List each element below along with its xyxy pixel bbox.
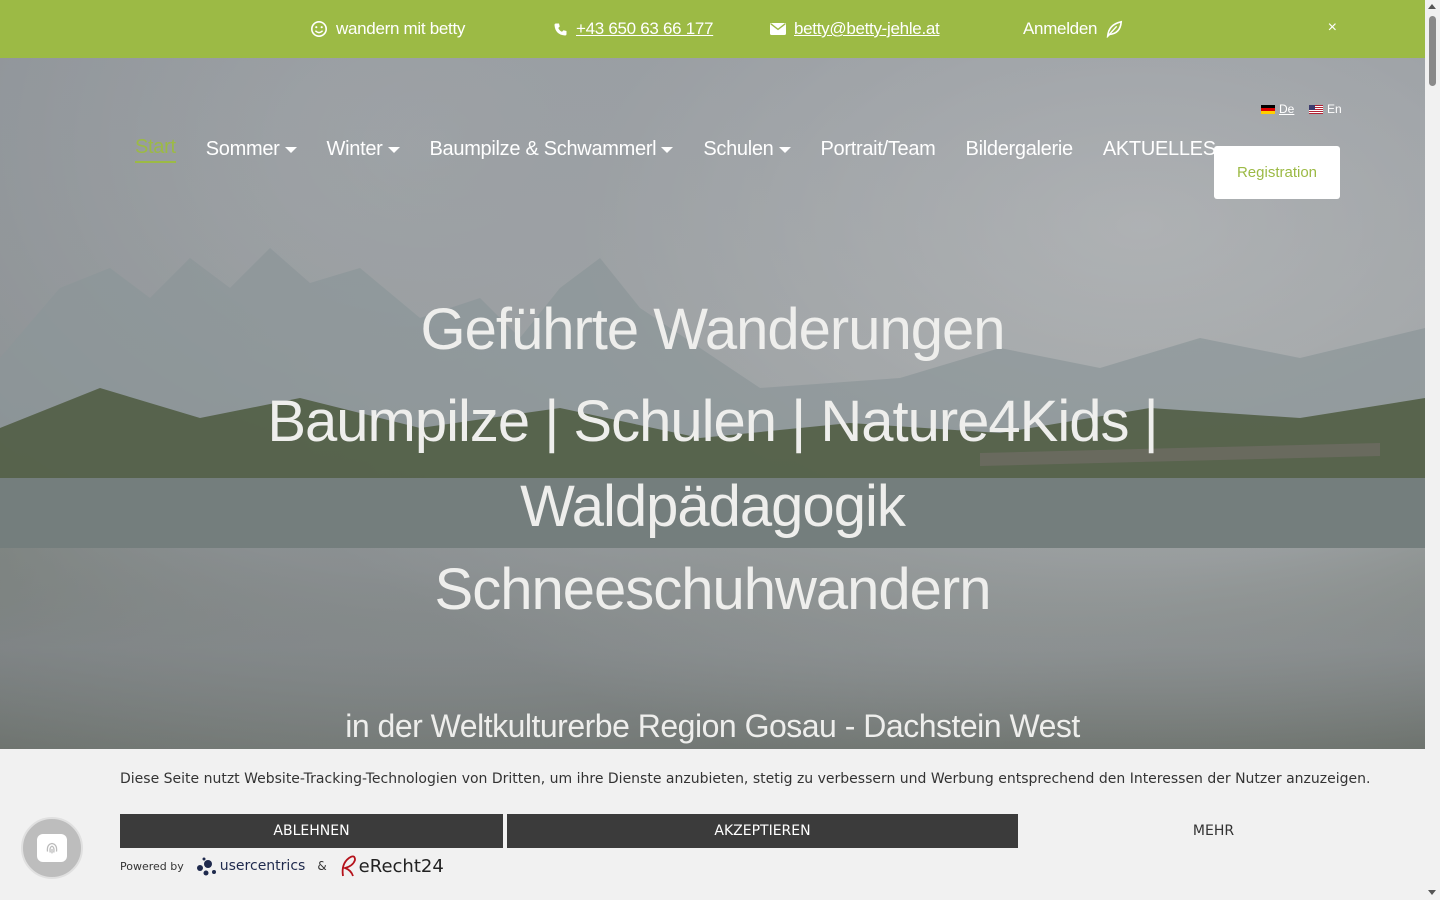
- nav-item-start[interactable]: Start: [135, 136, 176, 163]
- hero-title-line-1: Geführte Wanderungen: [420, 297, 1005, 362]
- scrollbar-thumb[interactable]: [1429, 16, 1436, 86]
- top-bar: wandern mit betty +43 650 63 66 177 bett…: [0, 0, 1425, 58]
- smiley-icon: [310, 20, 328, 38]
- nav-item-label[interactable]: Portrait/Team: [821, 138, 936, 161]
- more-button[interactable]: MEHR: [1022, 814, 1405, 848]
- language-en-label[interactable]: En: [1327, 102, 1342, 116]
- nav-item-portrait-team[interactable]: Portrait/Team: [821, 138, 936, 161]
- nav-item-label[interactable]: Sommer: [206, 138, 280, 161]
- email-link[interactable]: betty@betty-jehle.at: [794, 19, 940, 39]
- nav-item-label[interactable]: Bildergalerie: [966, 138, 1074, 161]
- hero-subtitle: in der Weltkulturerbe Region Gosau - Dac…: [345, 708, 1080, 744]
- language-en[interactable]: En: [1309, 102, 1342, 116]
- powered-by: Powered by usercentrics & eRecht24: [120, 854, 444, 878]
- chevron-down-icon: [661, 146, 674, 153]
- powered-by-label: Powered by: [120, 859, 184, 873]
- fingerprint-icon: [37, 834, 67, 862]
- nav-item-label[interactable]: AKTUELLES: [1103, 138, 1216, 161]
- page-scrollbar[interactable]: [1425, 0, 1440, 900]
- language-de-label[interactable]: De: [1279, 102, 1294, 116]
- usercentrics-dots-icon: [196, 857, 216, 876]
- nav-item-winter[interactable]: Winter: [327, 138, 400, 161]
- nav-item-aktuelles[interactable]: AKTUELLES: [1103, 138, 1216, 161]
- login-text[interactable]: Anmelden: [1023, 19, 1097, 39]
- scroll-down-arrow-icon[interactable]: [1428, 890, 1436, 895]
- hero-title-line-2: Baumpilze | Schulen | Nature4Kids |: [267, 389, 1158, 454]
- email-contact[interactable]: betty@betty-jehle.at: [770, 0, 940, 58]
- phone-icon: [554, 23, 567, 35]
- tagline: wandern mit betty: [310, 0, 465, 58]
- phone-link[interactable]: +43 650 63 66 177: [576, 19, 713, 39]
- erecht24-logo: eRecht24: [339, 854, 444, 878]
- erecht24-text: eRecht24: [358, 855, 444, 877]
- nav-item-sommer[interactable]: Sommer: [206, 138, 297, 161]
- hero-title-line-3: Waldpädagogik: [520, 474, 906, 539]
- usercentrics-logo: usercentrics: [196, 856, 306, 876]
- usercentrics-text: usercentrics: [219, 858, 306, 874]
- chevron-down-icon: [284, 146, 297, 153]
- nav-item-label[interactable]: Baumpilze & Schwammerl: [430, 138, 657, 161]
- nav-item-label[interactable]: Start: [135, 136, 176, 159]
- cookie-banner: Diese Seite nutzt Website-Tracking-Techn…: [0, 749, 1425, 900]
- scroll-up-arrow-icon[interactable]: [1428, 4, 1436, 9]
- nav-item-label[interactable]: Schulen: [703, 138, 773, 161]
- tagline-text: wandern mit betty: [336, 19, 466, 38]
- ampersand: &: [317, 859, 327, 873]
- leaf-icon: [1106, 20, 1123, 38]
- german-flag-icon: [1261, 104, 1275, 114]
- privacy-settings-button[interactable]: [21, 817, 83, 879]
- nav-item-label[interactable]: Winter: [327, 138, 383, 161]
- erecht24-mark-icon: [341, 855, 356, 877]
- chevron-down-icon: [387, 146, 400, 153]
- mail-icon: [770, 23, 786, 35]
- us-flag-icon: [1309, 104, 1323, 114]
- nav-item-baumpilze[interactable]: Baumpilze & Schwammerl: [430, 138, 674, 161]
- close-topbar-button[interactable]: ×: [1328, 19, 1337, 37]
- hero-title-line-4: Schneeschuhwandern: [434, 557, 992, 622]
- nav-item-bildergalerie[interactable]: Bildergalerie: [966, 138, 1074, 161]
- phone-contact[interactable]: +43 650 63 66 177: [553, 0, 713, 58]
- registration-button[interactable]: Registration: [1214, 146, 1340, 199]
- cookie-message: Diese Seite nutzt Website-Tracking-Techn…: [120, 771, 1371, 787]
- decline-button[interactable]: ABLEHNEN: [120, 814, 503, 848]
- login-link[interactable]: Anmelden: [1023, 0, 1131, 58]
- language-de[interactable]: De: [1261, 102, 1294, 116]
- chevron-down-icon: [778, 146, 791, 153]
- main-nav: Start Sommer Winter Baumpilze & Schwamme…: [135, 136, 1246, 163]
- accept-button[interactable]: AKZEPTIEREN: [507, 814, 1018, 848]
- nav-item-schulen[interactable]: Schulen: [703, 138, 791, 161]
